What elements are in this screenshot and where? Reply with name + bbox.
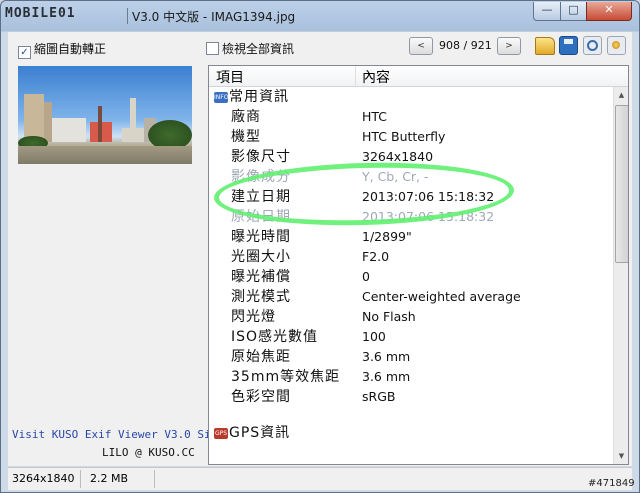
save-icon[interactable] <box>559 36 578 55</box>
image-thumbnail[interactable] <box>18 66 192 164</box>
row-value: 3.6 mm <box>362 349 411 364</box>
auto-rotate-label: 縮圖自動轉正 <box>34 42 107 56</box>
app-window: MOBILE01 V3.0 中文版 - IMAG1394.jpg — □ ✕ ✓… <box>0 0 640 493</box>
table-row[interactable]: 廠商 HTC <box>209 107 613 127</box>
client-area: ✓ 縮圖自動轉正 檢視全部資訊 < 908 / 921 > Visit KUSO … <box>8 32 632 466</box>
vertical-scrollbar[interactable]: ▲ ▼ <box>613 87 628 464</box>
row-key: 色彩空間 <box>231 389 291 405</box>
zoom-icon[interactable] <box>583 36 602 55</box>
column-header-item[interactable]: 項目 <box>216 67 244 87</box>
row-value: HTC <box>362 109 388 124</box>
row-value: 1/2899" <box>362 229 412 244</box>
column-header-content[interactable]: 內容 <box>362 67 390 87</box>
row-key: 廠商 <box>231 109 261 125</box>
table-row[interactable]: 曝光時間 1/2899" <box>209 227 613 247</box>
table-row[interactable]: 測光模式 Center-weighted average <box>209 287 613 307</box>
group-row-common-info[interactable]: INFO 常用資訊 <box>209 87 613 107</box>
status-dimensions: 3264x1840 <box>12 472 75 485</box>
next-image-button[interactable]: > <box>497 37 521 55</box>
info-icon: INFO <box>214 92 229 103</box>
folder-icon[interactable] <box>535 37 555 55</box>
row-key: ISO感光數值 <box>231 329 319 345</box>
close-button[interactable]: ✕ <box>586 2 632 21</box>
table-row[interactable]: 色彩空間 sRGB <box>209 387 613 407</box>
gps-icon: GPS <box>214 428 228 439</box>
table-row[interactable]: 閃光燈 No Flash <box>209 307 613 327</box>
table-row[interactable]: 曝光補償 0 <box>209 267 613 287</box>
table-row[interactable]: 原始焦距 3.6 mm <box>209 347 613 367</box>
show-all-checkbox[interactable]: 檢視全部資訊 <box>206 40 294 57</box>
table-row[interactable]: ISO感光數值 100 <box>209 327 613 347</box>
table-row[interactable]: 機型 HTC Butterfly <box>209 127 613 147</box>
row-key: 原始焦距 <box>231 349 291 365</box>
auto-rotate-checkbox[interactable]: ✓ 縮圖自動轉正 <box>18 40 106 59</box>
group-row-gps-info[interactable]: GPS GPS資訊 <box>209 423 613 443</box>
title-bar[interactable]: MOBILE01 V3.0 中文版 - IMAG1394.jpg — □ ✕ <box>1 1 639 31</box>
maximize-button[interactable]: □ <box>560 2 587 21</box>
row-key: 測光模式 <box>231 289 291 305</box>
status-bar: 3264x1840 2.2 MB <box>8 467 632 490</box>
row-key: 閃光燈 <box>231 309 276 325</box>
show-all-label: 檢視全部資訊 <box>222 42 295 56</box>
row-value: HTC Butterfly <box>362 129 446 144</box>
row-value: Center-weighted average <box>362 289 521 304</box>
window-title: V3.0 中文版 - IMAG1394.jpg <box>127 8 295 25</box>
credit-text: LILO @ KUSO.CC <box>102 446 195 459</box>
window-title-text: V3.0 中文版 - IMAG1394.jpg <box>132 10 296 24</box>
image-counter: 908 / 921 <box>439 39 492 52</box>
row-value: No Flash <box>362 309 416 324</box>
exif-table[interactable]: 項目 內容 INFO 常用資訊 廠商 HTC 機型 HTC Butterfly 影像… <box>208 65 629 465</box>
row-value: sRGB <box>362 389 396 404</box>
logo-text: MOBILE01 <box>5 6 76 21</box>
scrollbar-thumb[interactable] <box>615 105 628 263</box>
row-value: F2.0 <box>362 249 390 264</box>
row-key: 曝光時間 <box>231 229 291 245</box>
table-row[interactable]: 光圈大小 F2.0 <box>209 247 613 267</box>
table-row[interactable]: 35mm等效焦距 3.6 mm <box>209 367 613 387</box>
prev-image-button[interactable]: < <box>409 37 433 55</box>
table-header: 項目 內容 <box>209 66 628 87</box>
checkbox-unchecked-icon <box>206 42 219 55</box>
site-link[interactable]: Visit KUSO Exif Viewer V3.0 Site <box>12 428 224 441</box>
row-key: 影像尺寸 <box>231 149 291 165</box>
row-key: 曝光補償 <box>231 269 291 285</box>
mobile01-logo: MOBILE01 <box>5 3 121 25</box>
row-value: 3.6 mm <box>362 369 411 384</box>
minimize-button[interactable]: — <box>533 2 561 21</box>
scroll-up-icon[interactable]: ▲ <box>614 87 628 103</box>
group-label: 常用資訊 <box>229 89 289 105</box>
checkbox-checked-icon: ✓ <box>18 46 31 59</box>
row-value: 100 <box>362 329 386 344</box>
row-key: 35mm等效焦距 <box>231 369 341 385</box>
settings-icon[interactable] <box>607 36 626 55</box>
watermark: #471849 <box>588 478 635 489</box>
scroll-down-icon[interactable]: ▼ <box>614 448 628 464</box>
group-label: GPS資訊 <box>229 425 291 441</box>
row-key: 機型 <box>231 129 261 145</box>
row-value: 0 <box>362 269 370 284</box>
status-file-size: 2.2 MB <box>90 472 129 485</box>
row-key: 光圈大小 <box>231 249 291 265</box>
